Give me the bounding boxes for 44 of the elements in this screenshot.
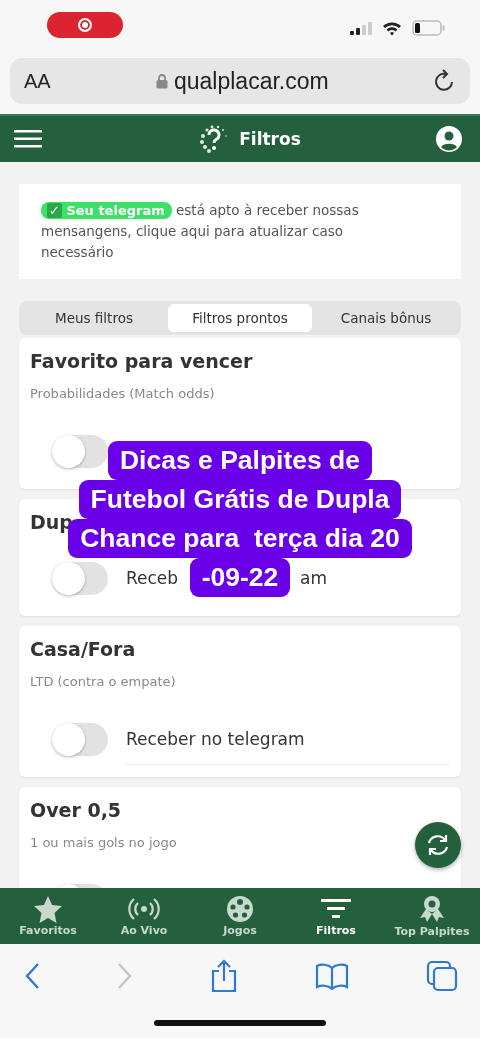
tab[interactable]: Filtros prontos <box>168 304 312 332</box>
soccer-ball-icon <box>226 895 254 923</box>
text-size-button[interactable]: AA <box>24 69 51 93</box>
page-title: Filtros <box>239 129 301 149</box>
award-icon <box>417 894 447 924</box>
nav-item[interactable]: Favoritos <box>2 895 94 937</box>
battery-icon <box>412 20 445 36</box>
broadcast-icon <box>127 895 161 923</box>
share-icon[interactable] <box>210 959 238 993</box>
notice-text[interactable]: ✓ Seu telegram está apto à receber nossas mensangens, clique aqui para atualizar caso necessário <box>41 200 386 263</box>
filter-title: Favorito para vencer <box>30 349 253 374</box>
tabs-icon[interactable] <box>426 960 458 992</box>
bookmarks-icon[interactable] <box>315 962 349 990</box>
signal-icon <box>350 21 372 35</box>
nav-item[interactable]: Filtros <box>290 895 382 937</box>
url-text: qualplacar.com <box>174 67 329 95</box>
caption-text: -09-22 <box>189 558 291 597</box>
lock-icon <box>156 73 168 89</box>
toggle-label: Receber no telegram <box>126 723 450 765</box>
nav-item[interactable]: Top Palpites <box>386 894 478 938</box>
wifi-icon <box>382 20 402 36</box>
caption-text: Dicas e Palpites de <box>107 441 373 480</box>
address-bar[interactable]: AA qualplacar.com <box>10 58 470 104</box>
tab[interactable]: Meus filtros <box>22 304 166 332</box>
back-icon[interactable] <box>24 962 40 990</box>
toggle-label: Receb <box>126 567 179 590</box>
filter-description: 1 ou mais gols no jogo <box>30 834 177 851</box>
tab[interactable]: Canais bônus <box>314 304 458 332</box>
refresh-icon <box>425 832 451 858</box>
star-icon <box>33 895 63 923</box>
account-icon[interactable] <box>436 126 462 152</box>
filter-title: Over 0,5 <box>30 798 122 823</box>
filter-title: Casa/Fora <box>30 637 136 662</box>
filter-description: Probabilidades (Match odds) <box>30 385 215 402</box>
reload-icon[interactable] <box>434 69 456 93</box>
toggle-label: am <box>300 567 327 590</box>
toggle-switch[interactable] <box>52 562 108 595</box>
toggle-switch[interactable] <box>52 723 108 756</box>
filter-description: LTD (contra o empate) <box>30 673 176 690</box>
menu-icon[interactable] <box>14 129 42 149</box>
nav-item[interactable]: Jogos <box>194 895 286 937</box>
nav-item[interactable]: Ao Vivo <box>98 895 190 937</box>
toggle-switch[interactable] <box>52 435 108 468</box>
caption-text: Futebol Grátis de Dupla <box>78 480 402 519</box>
